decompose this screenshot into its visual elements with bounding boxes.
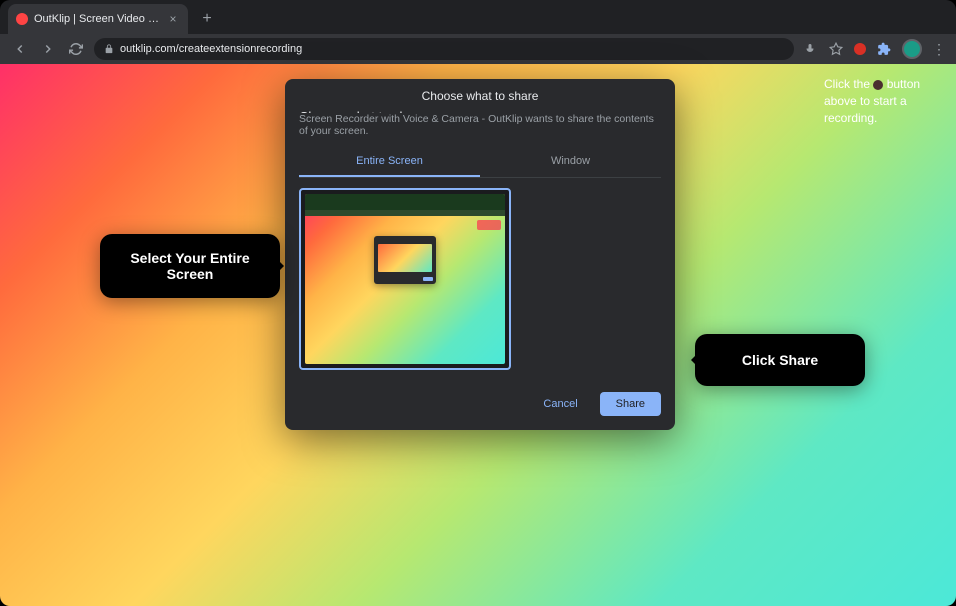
record-dot-icon (873, 80, 883, 90)
tab-window[interactable]: Window (480, 147, 661, 177)
callout-select-screen: Select Your Entire Screen (100, 234, 280, 298)
record-extension-icon[interactable] (854, 43, 866, 55)
browser-tab[interactable]: OutKlip | Screen Video Record... × (8, 4, 188, 34)
new-tab-button[interactable]: + (194, 6, 220, 32)
screen-preview[interactable] (299, 188, 511, 370)
callout-click-share: Click Share (695, 334, 865, 386)
share-dialog: Choose what to share Choose what to shar… (285, 79, 675, 430)
share-tabs: Entire Screen Window (299, 147, 661, 178)
toolbar-right: ⋮ (802, 39, 946, 59)
viewport: Click the button above to start a record… (0, 64, 956, 606)
url-text: outklip.com/createextensionrecording (120, 43, 302, 55)
instruction-prefix: Click the (824, 77, 870, 91)
menu-icon[interactable]: ⋮ (932, 41, 946, 58)
dialog-title: Choose what to share (285, 79, 675, 109)
close-tab-icon[interactable]: × (166, 12, 180, 26)
back-button[interactable] (10, 39, 30, 59)
instruction-text: Click the button above to start a record… (824, 76, 944, 126)
dialog-description: Screen Recorder with Voice & Camera - Ou… (285, 113, 675, 147)
preview-thumbnail (305, 194, 505, 364)
browser-window: OutKlip | Screen Video Record... × + out… (0, 0, 956, 606)
cancel-button[interactable]: Cancel (529, 392, 591, 416)
avatar-icon[interactable] (902, 39, 922, 59)
address-bar[interactable]: outklip.com/createextensionrecording (94, 38, 794, 60)
star-icon[interactable] (828, 41, 844, 57)
extensions-icon[interactable] (876, 41, 892, 57)
preview-container (285, 178, 675, 384)
tab-bar: OutKlip | Screen Video Record... × + (0, 0, 956, 34)
favicon-icon (16, 13, 28, 25)
tab-title: OutKlip | Screen Video Record... (34, 13, 160, 25)
lock-icon (104, 44, 114, 54)
forward-button[interactable] (38, 39, 58, 59)
toolbar: outklip.com/createextensionrecording ⋮ (0, 34, 956, 64)
mic-icon[interactable] (802, 41, 818, 57)
share-button[interactable]: Share (600, 392, 661, 416)
tab-entire-screen[interactable]: Entire Screen (299, 147, 480, 177)
dialog-actions: Cancel Share (285, 384, 675, 430)
reload-button[interactable] (66, 39, 86, 59)
